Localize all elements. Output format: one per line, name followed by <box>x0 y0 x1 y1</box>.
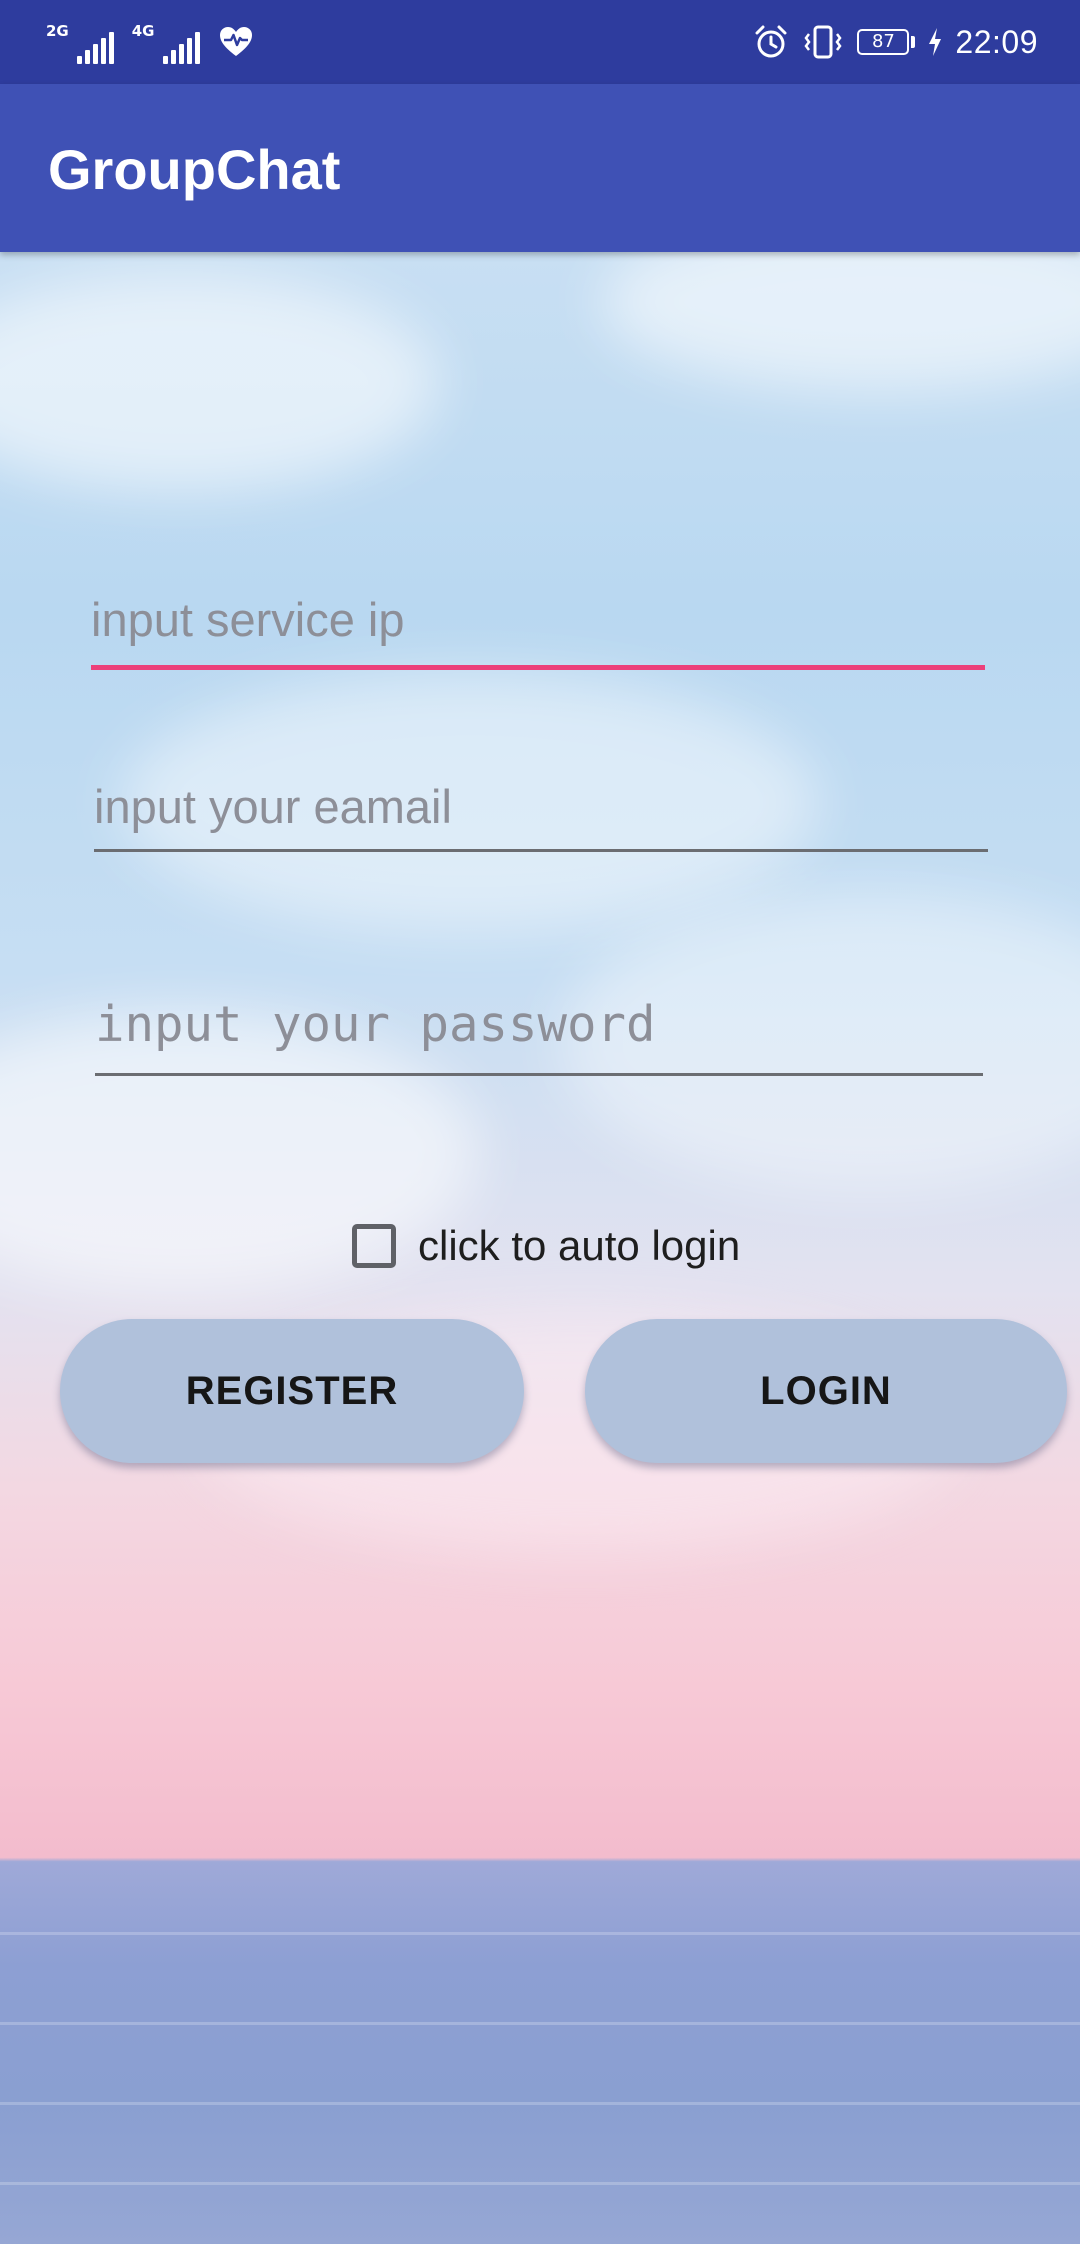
password-underline <box>95 1073 983 1076</box>
email-input[interactable] <box>94 768 988 846</box>
service-ip-field <box>91 580 985 670</box>
service-ip-underline <box>91 665 985 670</box>
email-underline <box>94 849 988 852</box>
email-field <box>94 768 988 852</box>
login-button[interactable]: LOGIN <box>585 1319 1067 1463</box>
login-form: click to auto login REGISTER LOGIN <box>0 0 1080 2244</box>
auto-login-label: click to auto login <box>418 1222 741 1269</box>
service-ip-input[interactable] <box>91 580 985 660</box>
register-button[interactable]: REGISTER <box>60 1319 524 1463</box>
auto-login-option[interactable]: click to auto login <box>348 1218 740 1274</box>
password-input[interactable] <box>95 980 983 1070</box>
auto-login-checkbox[interactable] <box>352 1224 396 1268</box>
password-field <box>95 980 983 1076</box>
